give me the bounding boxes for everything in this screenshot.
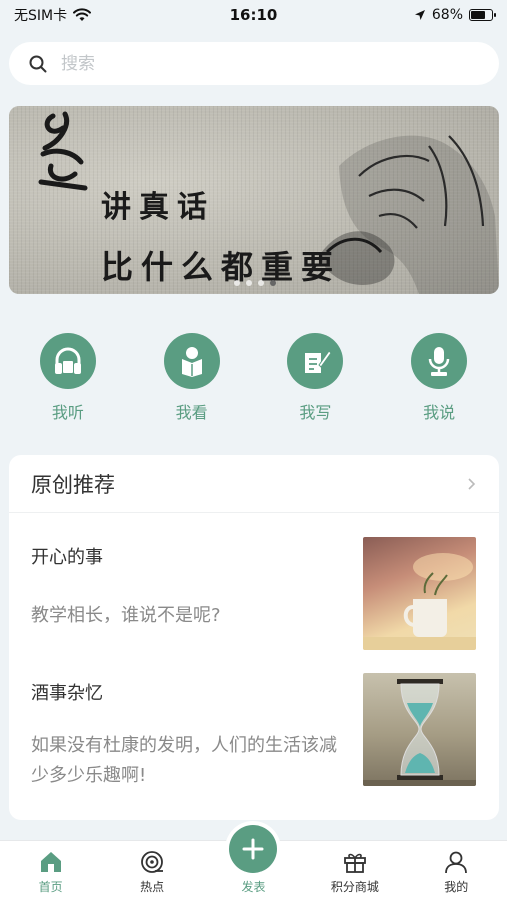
quick-action-label: 我说 — [423, 403, 456, 422]
tab-label: 首页 — [38, 880, 63, 894]
tab-bar: 首页 热点 发表 积分商城 我的 — [0, 825, 507, 900]
banner-dot[interactable] — [258, 280, 264, 286]
article-desc: 教学相长，谁说不是呢? — [31, 605, 221, 626]
tab-label: 发表 — [241, 880, 266, 894]
article-desc: 如果没有杜康的发明，人们的生活该减少多少乐趣啊! — [31, 735, 337, 786]
user-icon — [445, 851, 468, 874]
chevron-right-icon[interactable] — [467, 477, 477, 491]
article-text: 酒事杂忆 如果没有杜康的发明，人们的生活该减少多少乐趣啊! — [31, 673, 351, 789]
tab-label: 热点 — [140, 880, 165, 894]
coffee-cup-photo — [363, 537, 476, 650]
headphones-icon — [39, 333, 96, 389]
quick-action-read[interactable]: 我看 — [147, 333, 237, 423]
recommend-header[interactable]: 原创推荐 — [9, 455, 499, 513]
tab-hotspot[interactable]: 热点 — [112, 849, 192, 895]
status-right: 68% — [414, 7, 496, 23]
search-icon — [29, 55, 47, 72]
microphone-icon — [411, 333, 468, 389]
search-bar[interactable] — [9, 42, 499, 85]
tab-home[interactable]: 首页 — [11, 849, 91, 895]
hotspot-icon — [141, 851, 164, 873]
search-input[interactable] — [61, 53, 441, 74]
reading-icon — [163, 333, 220, 389]
banner-dot[interactable] — [234, 280, 240, 286]
tab-label: 积分商城 — [330, 880, 379, 894]
quick-action-label: 我写 — [299, 403, 332, 422]
tab-label: 我的 — [444, 880, 469, 894]
carrier-label: 无SIM卡 — [14, 8, 68, 24]
status-left: 无SIM卡 — [14, 5, 92, 25]
battery-percent: 68% — [431, 7, 463, 23]
article-item[interactable]: 酒事杂忆 如果没有杜康的发明，人们的生活该减少多少乐趣啊! — [31, 673, 476, 789]
tab-points-mall[interactable]: 积分商城 — [315, 849, 395, 895]
battery-fill — [471, 11, 485, 19]
recommend-card: 原创推荐 开心的事 教学相长，谁说不是呢? 酒事杂忆 如果没有杜康的发明，人们的… — [9, 455, 499, 820]
plus-icon — [229, 825, 278, 873]
article-title: 开心的事 — [31, 547, 103, 568]
quick-action-label: 我看 — [175, 403, 208, 422]
article-item[interactable]: 开心的事 教学相长，谁说不是呢? — [31, 537, 476, 653]
status-bar: 无SIM卡 16:10 68% — [0, 0, 507, 30]
quick-action-label: 我听 — [51, 403, 84, 422]
banner-text-line1: 讲真话 — [101, 190, 215, 225]
quick-action-write[interactable]: 我写 — [270, 333, 360, 423]
location-arrow-icon — [414, 10, 425, 20]
wifi-icon — [73, 8, 92, 21]
writing-icon — [287, 333, 344, 389]
quick-action-listen[interactable]: 我听 — [23, 333, 113, 423]
tab-profile[interactable]: 我的 — [416, 849, 496, 895]
battery-icon — [469, 9, 496, 21]
home-icon — [40, 852, 61, 872]
article-title: 酒事杂忆 — [31, 683, 103, 704]
hourglass-photo — [363, 673, 476, 786]
banner-dot[interactable] — [270, 280, 276, 286]
tab-publish[interactable]: 发表 — [213, 825, 293, 895]
gift-icon — [343, 853, 366, 873]
calligraphy-mark-image — [38, 111, 88, 191]
section-title: 原创推荐 — [31, 472, 115, 497]
article-text: 开心的事 教学相长，谁说不是呢? — [31, 537, 351, 653]
banner-carousel[interactable]: 讲真话 比什么都重要 — [9, 106, 499, 294]
quick-actions: 我听 我看 我写 我说 — [0, 333, 507, 423]
banner-text-line2: 比什么都重要 — [101, 248, 342, 286]
banner-dot[interactable] — [246, 280, 252, 286]
quick-action-speak[interactable]: 我说 — [394, 333, 484, 423]
banner-pagination[interactable] — [234, 280, 276, 286]
